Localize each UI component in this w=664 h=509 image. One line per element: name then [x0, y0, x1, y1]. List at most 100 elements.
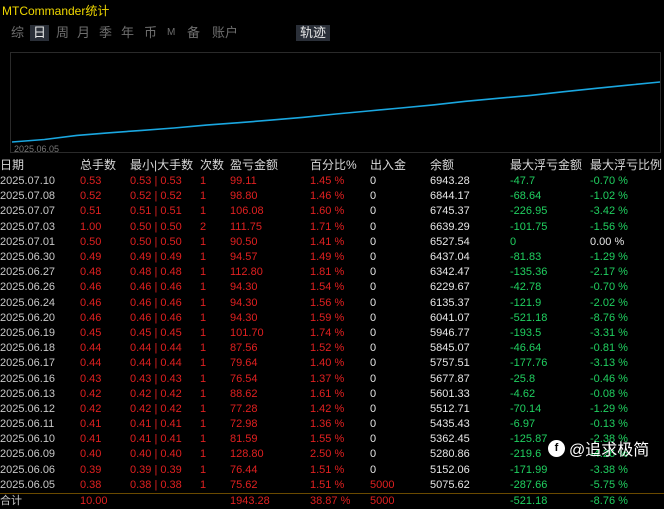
cell-count: 1 [200, 326, 207, 339]
cell-date: 2025.06.24 [0, 296, 56, 309]
table-row[interactable]: 2025.06.17 0.44 0.44 | 0.44 1 79.64 1.40 % 0 57… [0, 356, 664, 371]
cell-deposit: 0 [370, 372, 377, 385]
cell-count: 1 [200, 205, 207, 218]
cell-date: 2025.06.10 [0, 433, 56, 446]
period-tabs: 综 日 周 月 季 年 币 M 备 账户 轨迹 [0, 22, 664, 44]
cell-max-drawdown-ratio: -0.81 % [590, 342, 628, 355]
table-row[interactable]: 2025.06.27 0.48 0.48 | 0.48 1 112.80 1.81 % 0 6… [0, 265, 664, 280]
table-row[interactable]: 2025.06.18 0.44 0.44 | 0.44 1 87.56 1.52 % 0 58… [0, 341, 664, 356]
cell-date: 2025.06.05 [0, 478, 56, 491]
cell-max-drawdown-ratio: -2.17 % [590, 266, 628, 279]
cell-balance: 6639.29 [430, 220, 470, 233]
cell-percent: 1.52 % [310, 342, 345, 355]
cell-date: 2025.06.30 [0, 251, 56, 264]
table-row[interactable]: 2025.06.26 0.46 0.46 | 0.46 1 94.30 1.54 % 0 62… [0, 280, 664, 295]
cell-max-drawdown-amount: -287.66 [510, 478, 548, 491]
cell-max-drawdown-ratio: -0.08 % [590, 387, 628, 400]
cell-min-max-lots: 0.45 | 0.45 [130, 326, 182, 339]
table-row[interactable]: 2025.06.12 0.42 0.42 | 0.42 1 77.28 1.42 % 0 55… [0, 402, 664, 417]
tab-month[interactable]: 月 [74, 25, 93, 41]
cell-max-drawdown-amount: -25.8 [510, 372, 536, 385]
col-max-drawdown-ratio[interactable]: 最大浮亏比例 [590, 157, 664, 174]
col-total-lots[interactable]: 总手数 [80, 157, 130, 174]
table-row[interactable]: 2025.06.11 0.41 0.41 | 0.41 1 72.98 1.36 % 0 54… [0, 417, 664, 432]
tab-year[interactable]: 年 [118, 25, 137, 41]
col-max-drawdown-amount[interactable]: 最大浮亏金额 [510, 157, 590, 174]
cell-percent: 1.54 % [310, 281, 345, 294]
tab-quarter[interactable]: 季 [96, 25, 115, 41]
tab-account[interactable]: 账户 [209, 25, 241, 41]
cell-count: 1 [200, 281, 207, 294]
tab-day[interactable]: 日 [30, 25, 50, 41]
tab-note[interactable]: 备 [184, 25, 203, 41]
table-row[interactable]: 2025.06.13 0.42 0.42 | 0.42 1 88.62 1.61 % 0 56… [0, 387, 664, 402]
table-row[interactable]: 2025.06.16 0.43 0.43 | 0.43 1 76.54 1.37 % 0 56… [0, 371, 664, 386]
cell-profit: 101.70 [230, 326, 264, 339]
cell-deposit: 5000 [370, 478, 395, 491]
cell-min-max-lots: 0.53 | 0.53 [130, 175, 182, 188]
cell-balance: 5152.06 [430, 463, 470, 476]
cell-deposit: 0 [370, 205, 377, 218]
cell-count: 1 [200, 251, 207, 264]
cell-date: 2025.06.12 [0, 402, 56, 415]
cell-date: 2025.06.26 [0, 281, 56, 294]
cell-min-max-lots: 0.41 | 0.41 [130, 418, 182, 431]
cell-total-lots: 0.50 [80, 235, 102, 248]
cell-date: 2025.06.17 [0, 357, 56, 370]
tab-week[interactable]: 周 [53, 25, 72, 41]
table-row[interactable]: 2025.07.07 0.51 0.51 | 0.51 1 106.08 1.60 % 0 6… [0, 204, 664, 219]
cell-profit: 112.80 [230, 266, 263, 279]
cell-count: 2 [200, 220, 207, 233]
col-percent[interactable]: 百分比% [310, 157, 370, 174]
cell-min-max-lots: 0.49 | 0.49 [130, 251, 182, 264]
tab-currency[interactable]: 币 [141, 25, 160, 41]
table-row[interactable]: 2025.07.10 0.53 0.53 | 0.53 1 99.11 1.45 % 0 69… [0, 174, 664, 189]
cell-percent: 2.50 % [310, 448, 345, 461]
cell-count: 1 [200, 235, 207, 248]
cell-balance: 5601.33 [430, 387, 470, 400]
table-row[interactable]: 2025.07.01 0.50 0.50 | 0.50 1 90.50 1.41 % 0 65… [0, 235, 664, 250]
table-row[interactable]: 2025.06.19 0.45 0.45 | 0.45 1 101.70 1.74 % 0 5… [0, 326, 664, 341]
tab-m[interactable]: M [164, 25, 178, 41]
cell-min-max-lots: 0.44 | 0.44 [130, 357, 182, 370]
watermark-text: @追求极简 [569, 442, 650, 459]
col-count[interactable]: 次数 [200, 157, 230, 174]
cell-balance: 5677.87 [430, 372, 470, 385]
col-deposit[interactable]: 出入金 [370, 157, 430, 174]
cell-balance: 6437.04 [430, 251, 470, 264]
tab-summary[interactable]: 综 [8, 25, 27, 41]
cell-max-drawdown-ratio: -0.46 % [590, 372, 628, 385]
cell-total-lots: 0.39 [80, 463, 102, 476]
cell-max-drawdown-ratio: -1.29 % [590, 251, 628, 264]
cell-count: 1 [200, 418, 207, 431]
cell-count: 1 [200, 357, 207, 370]
col-date[interactable]: 日期 [0, 157, 80, 174]
facebook-icon: f [548, 439, 565, 457]
table-row[interactable]: 2025.06.24 0.46 0.46 | 0.46 1 94.30 1.56 % 0 61… [0, 296, 664, 311]
cell-total-lots: 0.44 [80, 342, 102, 355]
tab-track[interactable]: 轨迹 [296, 25, 331, 41]
col-profit[interactable]: 盈亏金额 [230, 157, 310, 174]
table-row[interactable]: 2025.07.08 0.52 0.52 | 0.52 1 98.80 1.46 % 0 68… [0, 189, 664, 204]
cell-deposit: 0 [370, 402, 377, 415]
table-row[interactable]: 2025.06.20 0.46 0.46 | 0.46 1 94.30 1.59 % 0 60… [0, 311, 664, 326]
cell-date: 2025.06.16 [0, 372, 56, 385]
cell-profit: 94.30 [230, 311, 258, 324]
chart-start-date: 2025.06.05 [14, 144, 60, 154]
col-balance[interactable]: 余额 [430, 157, 510, 174]
cell-deposit: 0 [370, 235, 377, 248]
cell-min-max-lots: 0.50 | 0.50 [130, 220, 182, 233]
table-row[interactable]: 2025.06.06 0.39 0.39 | 0.39 1 76.44 1.51 % 0 51… [0, 463, 664, 478]
cell-balance: 6229.67 [430, 281, 470, 294]
cell-max-drawdown-amount: -47.7 [510, 175, 536, 188]
cell-min-max-lots: 0.46 | 0.46 [130, 281, 182, 294]
table-row[interactable]: 2025.06.30 0.49 0.49 | 0.49 1 94.57 1.49 % 0 64… [0, 250, 664, 265]
table-row[interactable]: 2025.06.05 0.38 0.38 | 0.38 1 75.62 1.51 % 500… [0, 478, 664, 494]
cell-max-drawdown-amount: -121.9 [510, 296, 542, 309]
cell-total-lots: 0.49 [80, 251, 102, 264]
cell-total-lots: 0.48 [80, 266, 102, 279]
col-min-max-lots[interactable]: 最小|大手数 [130, 157, 200, 174]
table-row[interactable]: 2025.07.03 1.00 0.50 | 0.50 2 111.75 1.71 % 0 6… [0, 220, 664, 235]
cell-count: 1 [200, 342, 207, 355]
cell-deposit: 0 [370, 220, 377, 233]
